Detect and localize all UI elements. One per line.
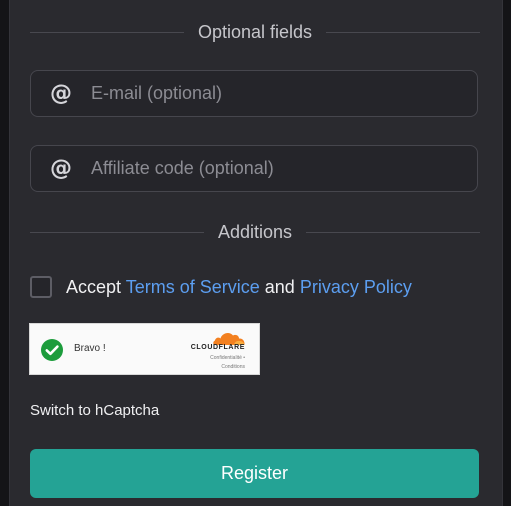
additions-heading: Additions <box>217 221 293 242</box>
accept-terms-row: Accept Terms of Service and Privacy Poli… <box>30 272 412 302</box>
affiliate-code-field[interactable]: @ <box>30 145 478 192</box>
accept-terms-label: Accept Terms of Service and Privacy Poli… <box>66 277 412 298</box>
confidentiality-link[interactable]: Confidentialité <box>210 355 242 361</box>
email-input[interactable] <box>91 71 477 116</box>
accept-prefix: Accept <box>66 276 122 297</box>
additions-divider: Additions <box>30 221 480 243</box>
optional-fields-heading: Optional fields <box>197 21 313 42</box>
divider-line-right <box>326 31 481 33</box>
accept-terms-checkbox[interactable] <box>30 276 52 298</box>
affiliate-code-input[interactable] <box>91 146 477 191</box>
captcha-links: Confidentialité • Conditions <box>210 354 245 372</box>
email-field[interactable]: @ <box>30 70 478 117</box>
captcha-link-separator: • <box>243 355 245 361</box>
divider-line-right <box>306 231 480 233</box>
divider-line-left <box>30 31 184 33</box>
divider-line-left <box>30 231 204 233</box>
switch-to-hcaptcha-link[interactable]: Switch to hCaptcha <box>30 402 159 419</box>
conditions-link[interactable]: Conditions <box>210 363 245 372</box>
captcha-widget[interactable]: Bravo ! CLOUDFLARE Confidentialité • Con… <box>29 323 260 375</box>
at-icon: @ <box>50 155 72 181</box>
at-icon: @ <box>50 80 72 106</box>
success-check-icon <box>41 339 63 361</box>
optional-fields-divider: Optional fields <box>30 21 481 43</box>
register-button[interactable]: Register <box>30 449 479 498</box>
terms-of-service-link[interactable]: Terms of Service <box>126 277 260 297</box>
cloudflare-wordmark: CLOUDFLARE <box>190 344 245 351</box>
privacy-policy-link[interactable]: Privacy Policy <box>300 277 412 297</box>
registration-panel: Optional fields @ @ Additions Accept Ter… <box>9 0 503 506</box>
accept-conjunction: and <box>264 276 295 297</box>
captcha-status: Bravo ! <box>74 343 106 354</box>
